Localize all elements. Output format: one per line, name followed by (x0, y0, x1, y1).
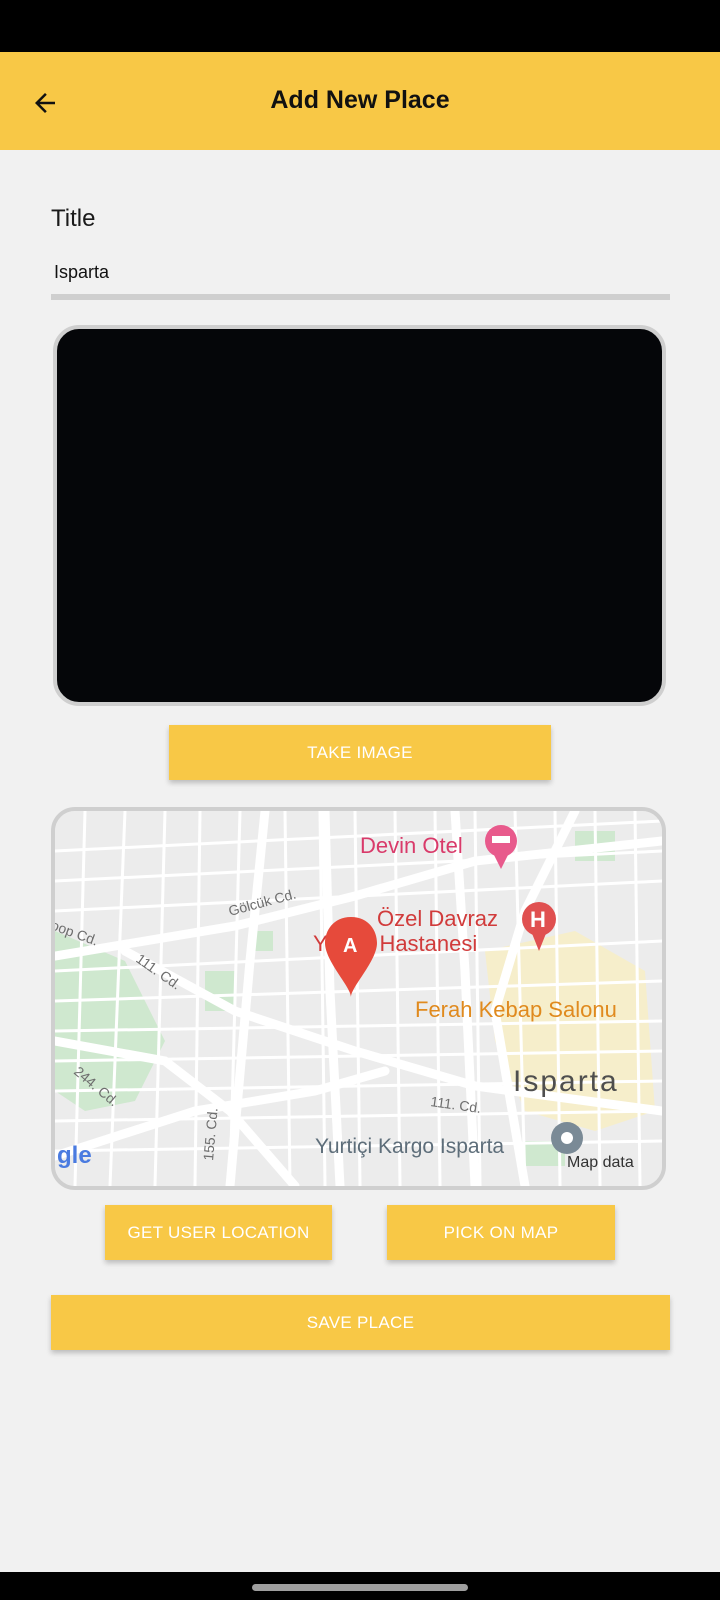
map-label-hotel: Devin Otel (360, 833, 463, 858)
map-label-restaurant: Ferah Kebap Salonu (415, 997, 617, 1022)
map-label-cargo: Yurtiçi Kargo Isparta (315, 1135, 504, 1158)
home-gesture-handle[interactable] (252, 1584, 468, 1591)
page-title: Add New Place (270, 86, 450, 114)
image-preview (53, 325, 666, 706)
hospital-h-icon: H (530, 907, 546, 932)
get-user-location-button[interactable]: GET USER LOCATION (105, 1205, 332, 1260)
marker-letter: A (343, 935, 357, 957)
title-label: Title (51, 205, 96, 232)
cargo-pin-dot (561, 1132, 573, 1144)
map-label-city: Isparta (513, 1065, 619, 1098)
map-label-hospital-1: Özel Davraz (377, 906, 498, 931)
status-bar (0, 0, 720, 52)
title-input[interactable] (51, 250, 670, 300)
take-image-button[interactable]: TAKE IMAGE (169, 725, 551, 780)
pick-on-map-button[interactable]: PICK ON MAP (387, 1205, 615, 1260)
map-attribution: Map data (567, 1154, 634, 1171)
save-place-button[interactable]: SAVE PLACE (51, 1295, 670, 1350)
app-bar: Add New Place (0, 52, 720, 150)
map-canvas: Gölcük Cd. oop Cd. 111. Cd. 244. Cd. 155… (55, 811, 662, 1186)
google-logo: gle (57, 1142, 92, 1169)
map-preview[interactable]: Gölcük Cd. oop Cd. 111. Cd. 244. Cd. 155… (51, 807, 666, 1190)
bed-icon (492, 836, 510, 843)
